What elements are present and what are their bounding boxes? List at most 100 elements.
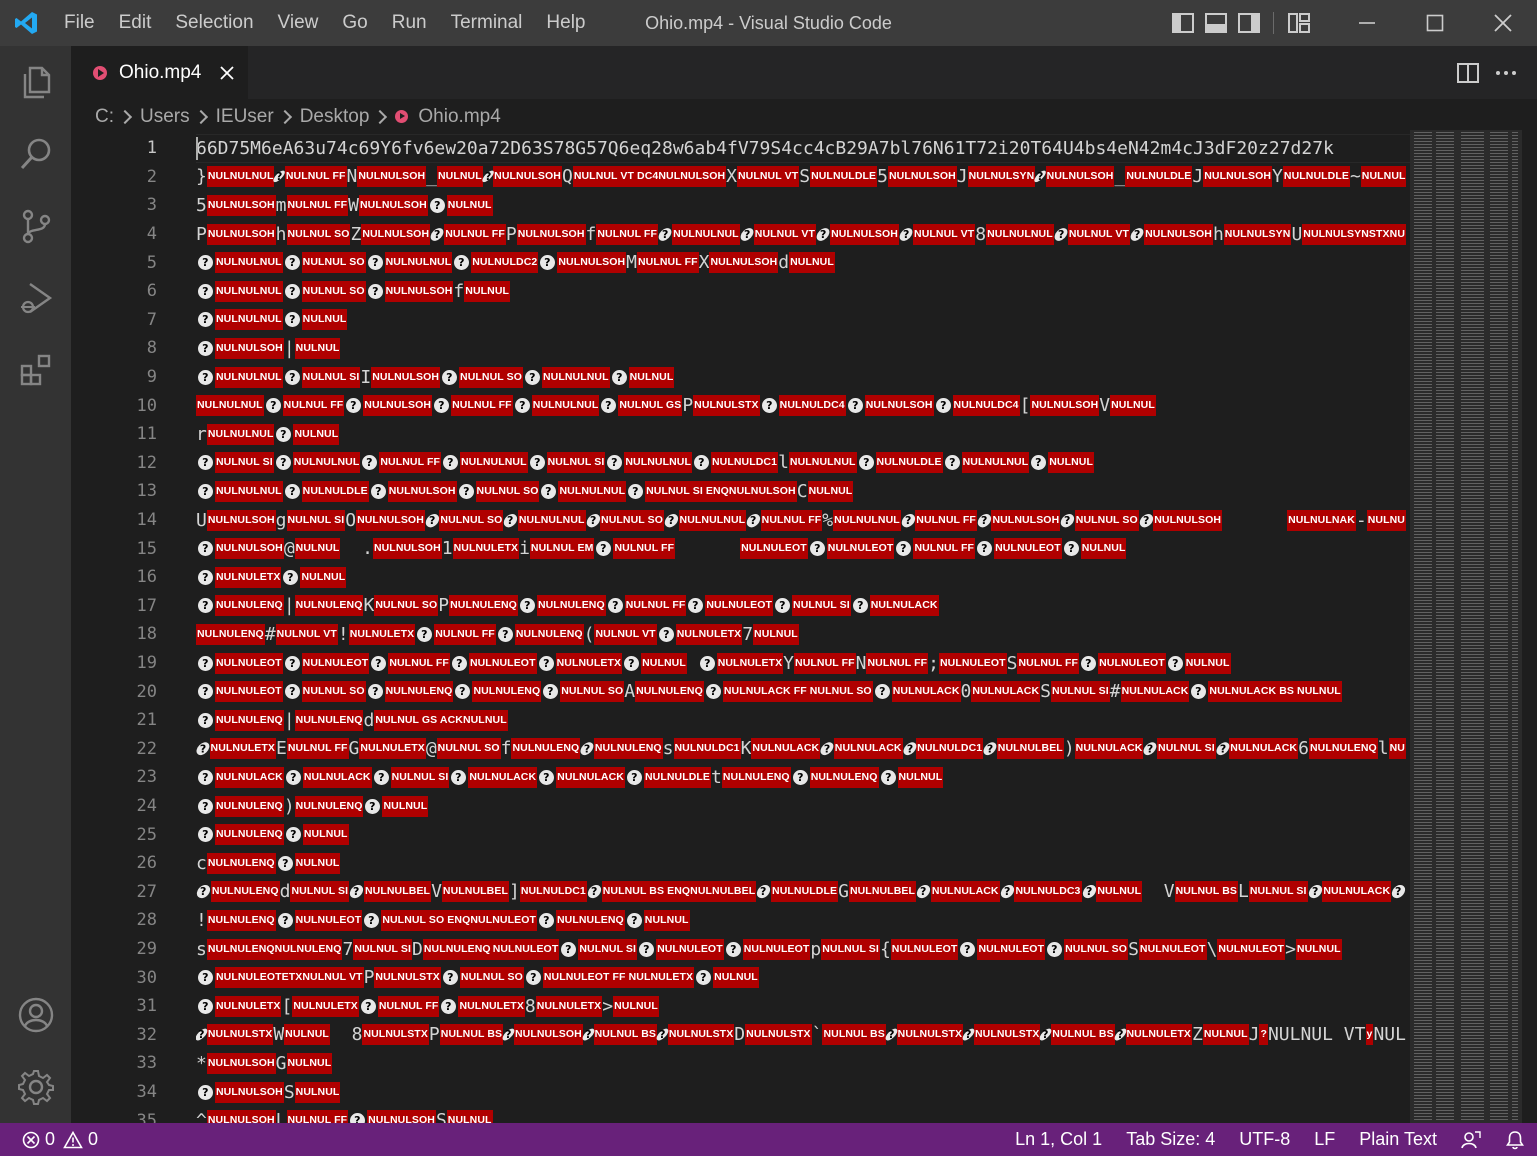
split-editor-button[interactable]: [1449, 54, 1487, 92]
cursor-position[interactable]: Ln 1, Col 1: [1003, 1123, 1114, 1156]
editor-line[interactable]: 33 * NULNULSOH G NULNUL: [71, 1049, 1410, 1078]
editor-line[interactable]: 13? NULNULNUL? NULNULDLE? NULNULSOH? NULNUL …: [71, 477, 1410, 506]
editor-line[interactable]: 6? NULNULNUL? NULNUL SO? NULNULSOH f NULNUL: [71, 277, 1410, 306]
editor-line[interactable]: 2} NULNULNUL? NULNUL FF N NULNULSOH _ NULNUL? N…: [71, 163, 1410, 192]
menu-terminal[interactable]: Terminal: [439, 0, 535, 46]
line-content: 5 NULNULSOH m NULNUL FF W NULNULSOH? NULNUL: [196, 191, 1406, 220]
editor-line[interactable]: 5? NULNULNUL? NULNUL SO? NULNULNUL? NULNULDC…: [71, 248, 1410, 277]
encoding[interactable]: UTF-8: [1227, 1123, 1302, 1156]
control-character: NULNULDC1: [673, 738, 741, 760]
editor-line[interactable]: 28! NULNULENQ? NULNULEOT? NULNUL SO ENQNULN…: [71, 906, 1410, 935]
manage-gear-icon[interactable]: [0, 1051, 71, 1123]
customize-layout-button[interactable]: [1282, 0, 1315, 46]
tab-bar: Ohio.mp4: [71, 46, 1537, 99]
breadcrumb-drive[interactable]: C:: [95, 106, 114, 128]
editor-line[interactable]: 27? NULNULENQ d NULNUL SI? NULNULBEL V NULNULB…: [71, 878, 1410, 907]
run-debug-icon[interactable]: [0, 262, 71, 334]
menu-bar: File Edit Selection View Go Run Terminal…: [52, 0, 598, 46]
editor-line[interactable]: 25? NULNULENQ? NULNUL: [71, 820, 1410, 849]
control-character: NULNULNUL: [558, 480, 627, 502]
control-character: NULNUL EM: [529, 538, 595, 560]
menu-file[interactable]: File: [52, 0, 107, 46]
more-actions-button[interactable]: [1487, 54, 1525, 92]
control-character: NULNULDC1: [519, 881, 587, 903]
editor-line[interactable]: 20? NULNULEOT? NULNUL SO? NULNULENQ? NULNULE…: [71, 677, 1410, 706]
editor-line[interactable]: 19? NULNULEOT? NULNULEOT? NULNUL FF? NULNULE…: [71, 649, 1410, 678]
editor-line[interactable]: 12? NULNUL SI? NULNULNUL? NULNUL FF? NULNULN…: [71, 449, 1410, 478]
end-of-line[interactable]: LF: [1302, 1123, 1347, 1156]
search-icon[interactable]: [0, 118, 71, 190]
control-character: NULNULSTX: [206, 1024, 274, 1046]
source-control-icon[interactable]: [0, 190, 71, 262]
editor-line[interactable]: 10 NULNULNUL? NULNUL FF? NULNULSOH? NULNUL F…: [71, 391, 1410, 420]
maximize-button[interactable]: [1401, 0, 1469, 46]
editor-line[interactable]: 3 5 NULNULSOH m NULNUL FF W NULNULSOH? NULNUL: [71, 191, 1410, 220]
editor-line[interactable]: 34? NULNULSOH S NULNUL: [71, 1078, 1410, 1107]
replacement-character: ?: [771, 595, 794, 617]
language-mode[interactable]: Plain Text: [1347, 1123, 1449, 1156]
toggle-secondary-sidebar-button[interactable]: [1232, 0, 1265, 46]
menu-edit[interactable]: Edit: [107, 0, 164, 46]
editor-line[interactable]: 17? NULNULENQ | NULNULENQ K NULNUL SO P NULNULE…: [71, 592, 1410, 621]
editor-line[interactable]: 26 c NULNULENQ? NULNUL: [71, 849, 1410, 878]
control-character: NULNULSTX: [374, 967, 441, 989]
editor-line[interactable]: 9? NULNULNUL? NULNUL SI I NULNULSOH? NULNUL S…: [71, 363, 1410, 392]
editor-line[interactable]: 14 U NULNULSOH g NULNUL SI O NULNULSOH? NULNUL …: [71, 506, 1410, 535]
control-character: NULNULBEL: [441, 881, 509, 903]
breadcrumb-desktop[interactable]: Desktop: [300, 106, 370, 128]
editor-line[interactable]: 7? NULNULNUL? NULNUL: [71, 306, 1410, 335]
accounts-icon[interactable]: [0, 979, 71, 1051]
close-window-button[interactable]: [1469, 0, 1537, 46]
problems-status[interactable]: 0 0: [0, 1129, 98, 1150]
editor-line[interactable]: 21? NULNULENQ | NULNULENQ d NULNUL GS ACKNULN…: [71, 706, 1410, 735]
control-character: NULNULSYN: [1223, 223, 1292, 245]
menu-run[interactable]: Run: [380, 0, 439, 46]
menu-selection[interactable]: Selection: [163, 0, 265, 46]
editor-line[interactable]: 4 P NULNULSOH h NULNUL SO Z NULNULSOH? NULNUL F…: [71, 220, 1410, 249]
toggle-panel-button[interactable]: [1199, 0, 1232, 46]
control-character: NULNUL: [464, 280, 511, 302]
control-character: NULNULSOH: [709, 252, 779, 274]
control-character: NULNUL FF: [624, 595, 687, 617]
editor-line[interactable]: 15? NULNULSOH @ NULNUL . NULNULSOH 1 NULNULETX…: [71, 534, 1410, 563]
editor-line[interactable]: 31? NULNULETX[NULNULETX? NULNUL FF? NULNULE…: [71, 992, 1410, 1021]
close-tab-button[interactable]: [217, 63, 237, 83]
text-character: h: [1212, 223, 1224, 245]
feedback-button[interactable]: [1449, 1130, 1493, 1150]
control-character: NULNUL: [293, 423, 340, 445]
menu-go[interactable]: Go: [330, 0, 379, 46]
tab-ohio-mp4[interactable]: Ohio.mp4: [71, 46, 248, 99]
line-content: ? NULNULETX? NULNUL: [196, 563, 1406, 592]
editor-line[interactable]: 35 ^ NULNULSOH L NULNUL FF? NULNULSOH S NULNUL: [71, 1106, 1410, 1123]
tab-size[interactable]: Tab Size: 4: [1114, 1123, 1227, 1156]
minimize-button[interactable]: [1333, 0, 1401, 46]
breadcrumb-file[interactable]: Ohio.mp4: [418, 106, 500, 128]
menu-help[interactable]: Help: [534, 0, 597, 46]
editor-line[interactable]: 16? NULNULETX? NULNUL: [71, 563, 1410, 592]
editor-line[interactable]: 8? NULNULSOH | NULNUL: [71, 334, 1410, 363]
control-character: NULNULSOH: [206, 509, 276, 531]
toggle-primary-sidebar-button[interactable]: [1166, 0, 1199, 46]
editor-line[interactable]: 22? NULNULETX E NULNUL FF G NULNULETX @ NULNUL …: [71, 735, 1410, 764]
breadcrumb-users[interactable]: Users: [140, 106, 190, 128]
editor-line[interactable]: 30? NULNULEOTETXNULNUL VT P NULNULSTX? NULNU…: [71, 963, 1410, 992]
menu-view[interactable]: View: [266, 0, 331, 46]
extensions-icon[interactable]: [0, 334, 71, 406]
control-character: NULNUL FF: [286, 194, 349, 216]
media-file-icon: [93, 65, 107, 80]
explorer-icon[interactable]: [0, 46, 71, 118]
editor-line[interactable]: 32? NULNULSTX W NULNUL 8 NULNULSTX P NULNUL BS…: [71, 1021, 1410, 1050]
replacement-character: ?: [347, 1110, 369, 1123]
editor-line[interactable]: 18 NULNULENQ # NULNUL VT! NULNULETX? NULNUL F…: [71, 620, 1410, 649]
editor-line[interactable]: 23? NULNULACK? NULNULACK? NULNUL SI? NULNULA…: [71, 763, 1410, 792]
text-character: [: [281, 995, 293, 1017]
editor-line[interactable]: 11 r NULNULNUL? NULNUL: [71, 420, 1410, 449]
editor-line[interactable]: 24? NULNULENQ) NULNULENQ? NULNUL: [71, 792, 1410, 821]
vertical-scrollbar[interactable]: [1522, 130, 1537, 1123]
editor-line[interactable]: 29 s NULNULENQNULNULENQ 7 NULNUL SI D NULNULEN…: [71, 935, 1410, 964]
breadcrumb-ieuser[interactable]: IEUser: [216, 106, 274, 128]
minimap[interactable]: [1410, 130, 1537, 1123]
control-character: NULNULSOH: [367, 1110, 436, 1123]
notifications-button[interactable]: [1493, 1130, 1537, 1150]
editor-text-area[interactable]: 1 66D75M6eA63u74c69Y6fv6ew20a72D63S78G57Q…: [71, 134, 1410, 1123]
